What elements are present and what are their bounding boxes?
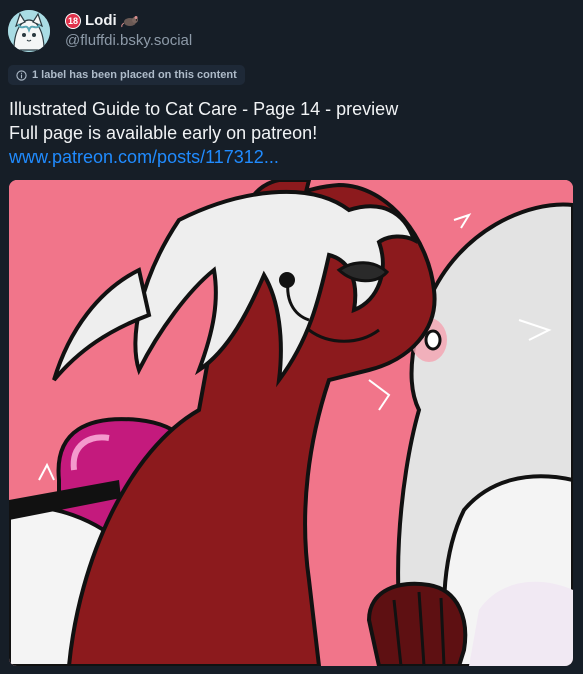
cat-character-avatar-icon [8,10,50,52]
content-label-notice[interactable]: 1 label has been placed on this content [8,65,245,85]
author-display-name[interactable]: 18 Lodi [65,12,139,29]
patreon-link[interactable]: www.patreon.com/posts/117312... [9,147,279,167]
post-image[interactable] [9,180,573,666]
rat-icon [120,15,138,27]
adult-18-badge: 18 [65,12,81,29]
avatar[interactable] [8,10,50,52]
content-label-text: 1 label has been placed on this content [32,69,237,81]
post-line-2: Full page is available early on patreon! [9,123,318,143]
post-body: Illustrated Guide to Cat Care - Page 14 … [9,97,569,169]
info-circle-icon [16,69,27,81]
author-name-text[interactable]: Lodi [85,12,117,29]
post-container[interactable]: 18 Lodi @fluffdi.bsky.social 1 label has… [0,0,583,674]
illustration-artwork [9,180,573,666]
author-handle[interactable]: @fluffdi.bsky.social [65,32,192,49]
post-line-1: Illustrated Guide to Cat Care - Page 14 … [9,99,399,119]
